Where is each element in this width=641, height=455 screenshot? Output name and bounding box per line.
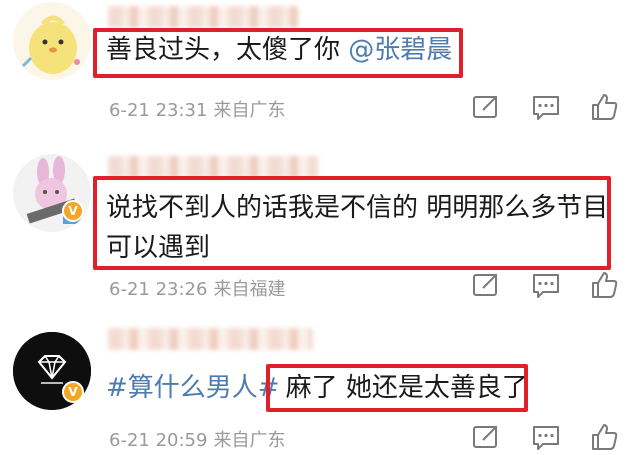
cartoon-chick-avatar-icon — [13, 2, 91, 80]
thumbs-up-icon[interactable] — [587, 268, 621, 302]
avatar[interactable] — [13, 2, 91, 80]
comment-item: 善良过头，太傻了你 @张碧晨 6-21 23:31 来自广东 — [0, 0, 641, 150]
username-blurred[interactable] — [108, 6, 298, 28]
action-bar — [469, 90, 629, 124]
avatar[interactable] — [13, 154, 91, 232]
comment-item: V #算什么男人# 麻了 她还是太善良了 6-21 20:59 来自广东 — [0, 310, 641, 455]
comment-meta: 6-21 23:31 来自广东 — [109, 96, 285, 122]
red-highlight-box — [93, 176, 611, 270]
timestamp: 6-21 23:26 — [109, 279, 208, 300]
timestamp: 6-21 23:31 — [109, 100, 208, 121]
red-highlight-box — [266, 364, 528, 412]
pink-bunny-avatar-icon — [13, 154, 91, 232]
share-icon[interactable] — [469, 268, 503, 302]
verified-badge-icon: V — [62, 381, 84, 403]
share-icon[interactable] — [469, 420, 503, 454]
action-bar — [469, 420, 629, 454]
comment-icon[interactable] — [529, 420, 563, 454]
comment-meta: 6-21 23:26 来自福建 — [109, 275, 285, 301]
hashtag-link[interactable]: #算什么男人# — [106, 373, 280, 403]
location-source: 来自福建 — [213, 279, 286, 300]
comment-icon[interactable] — [529, 90, 563, 124]
comment-meta: 6-21 20:59 来自广东 — [109, 426, 285, 452]
thumbs-up-icon[interactable] — [587, 90, 621, 124]
red-highlight-box — [93, 28, 463, 78]
username-blurred[interactable] — [108, 328, 313, 350]
comment-item: V 说找不到人的话我是不信的 明明那么多节目 可以遇到 6-21 23:26 来自… — [0, 150, 641, 310]
action-bar — [469, 268, 629, 302]
username-blurred[interactable] — [108, 156, 318, 178]
comment-icon[interactable] — [529, 268, 563, 302]
location-source: 来自广东 — [213, 430, 286, 451]
verified-badge-icon: V — [62, 200, 84, 222]
timestamp: 6-21 20:59 — [109, 430, 208, 451]
location-source: 来自广东 — [213, 100, 286, 121]
share-icon[interactable] — [469, 90, 503, 124]
thumbs-up-icon[interactable] — [587, 420, 621, 454]
